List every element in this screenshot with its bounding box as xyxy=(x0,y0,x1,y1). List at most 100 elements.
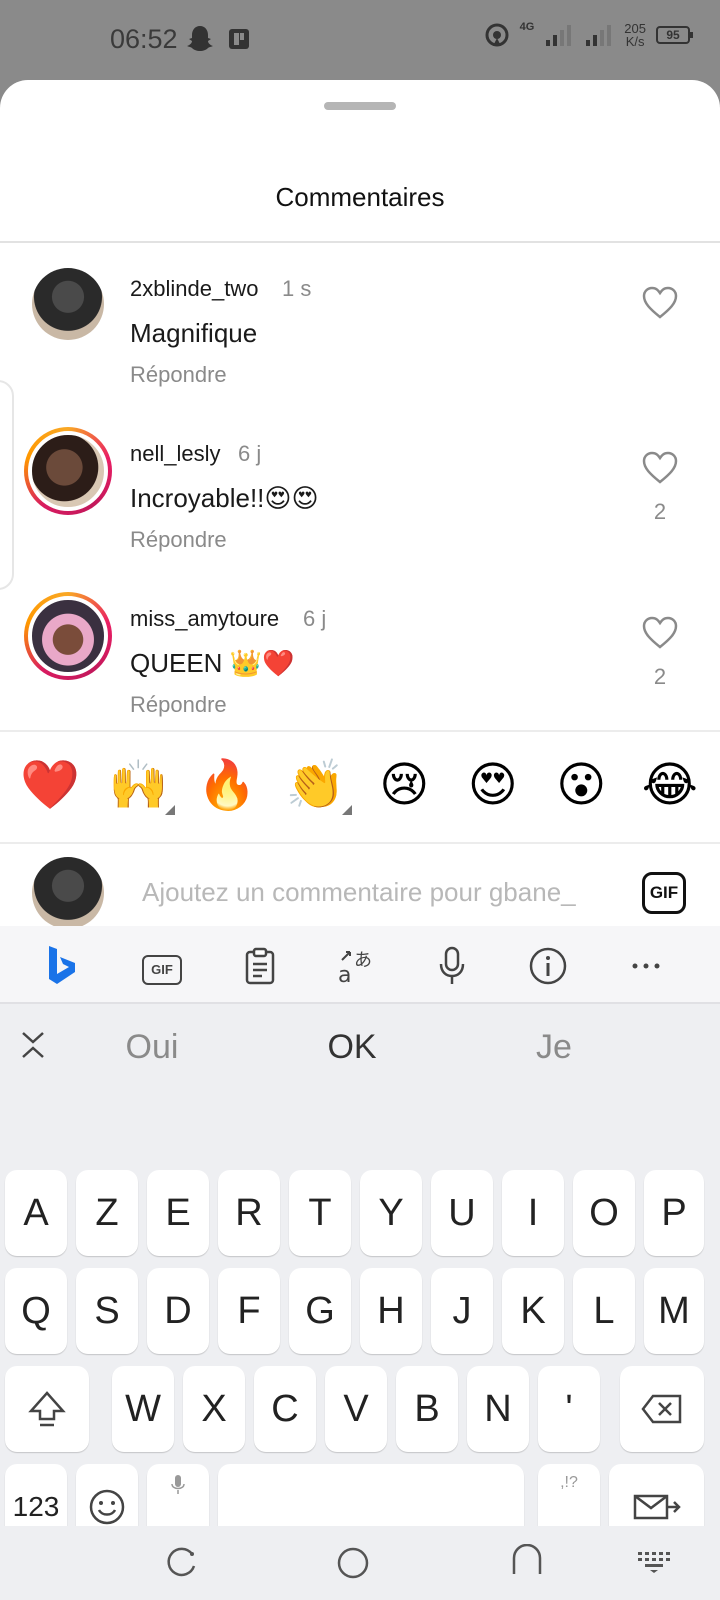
clipboard-icon[interactable] xyxy=(238,944,282,988)
reaction-heart-eyes[interactable]: 😍 xyxy=(453,761,533,809)
backspace-icon xyxy=(641,1394,682,1424)
heart-icon[interactable] xyxy=(642,451,678,485)
key-o[interactable]: O xyxy=(573,1170,635,1256)
key-g[interactable]: G xyxy=(289,1268,351,1354)
key-l[interactable]: L xyxy=(573,1268,635,1354)
reply-button[interactable]: Répondre xyxy=(130,362,227,388)
key-y[interactable]: Y xyxy=(360,1170,422,1256)
key-t[interactable]: T xyxy=(289,1170,351,1256)
key-f[interactable]: F xyxy=(218,1268,280,1354)
shift-icon xyxy=(28,1391,66,1427)
recents-icon[interactable] xyxy=(164,1546,198,1580)
title-divider xyxy=(0,241,720,243)
key-j[interactable]: J xyxy=(431,1268,493,1354)
microphone-glyph xyxy=(439,946,465,984)
period-sublabel: ,!? xyxy=(560,1474,578,1491)
status-time: 06:52 xyxy=(110,24,178,54)
app-notification-icon xyxy=(229,29,249,49)
backspace-key[interactable] xyxy=(620,1366,704,1452)
reaction-clap[interactable]: 👏 xyxy=(276,761,356,815)
sheet-title: Commentaires xyxy=(275,182,445,212)
reaction-raising-hands[interactable]: 🙌 xyxy=(99,761,179,815)
comment-item: miss_amytoure 6 j QUEEN 👑❤️ Répondre 2 xyxy=(0,588,720,748)
send-icon xyxy=(633,1494,681,1520)
key-x[interactable]: X xyxy=(183,1366,245,1452)
key-z[interactable]: Z xyxy=(76,1170,138,1256)
key-apostrophe[interactable]: ' xyxy=(538,1366,600,1452)
gif-toolbar-button[interactable]: GIF xyxy=(140,944,184,988)
like-count: 2 xyxy=(653,664,667,689)
reaction-raising-hands-glyph: 🙌 xyxy=(108,757,169,813)
comments-sheet: Commentaires 2xblinde_two 1 s Magnifique… xyxy=(0,80,720,1600)
home-icon[interactable] xyxy=(336,1546,370,1580)
more-icon[interactable] xyxy=(624,944,668,988)
key-b[interactable]: B xyxy=(396,1366,458,1452)
status-bar: 06:52 4G 205 K/s 95 xyxy=(0,0,720,80)
avatar[interactable] xyxy=(32,268,104,340)
reaction-crying[interactable]: 😢 xyxy=(364,761,444,809)
key-u[interactable]: U xyxy=(431,1170,493,1256)
speed-unit: K/s xyxy=(625,34,645,49)
suggestion-strip: Oui OK Je xyxy=(0,1004,720,1088)
drag-handle[interactable] xyxy=(324,102,396,110)
suggestion-2[interactable]: OK xyxy=(252,1028,452,1067)
keyboard: GIF aあ Oui OK Je A Z E R T Y U I O P Q S… xyxy=(0,926,720,1600)
avatar-story-ring[interactable] xyxy=(24,592,112,680)
comment-input[interactable] xyxy=(142,870,612,914)
key-h[interactable]: H xyxy=(360,1268,422,1354)
info-icon[interactable] xyxy=(526,944,570,988)
back-icon[interactable] xyxy=(510,1544,544,1578)
key-i[interactable]: I xyxy=(502,1170,564,1256)
key-e[interactable]: E xyxy=(147,1170,209,1256)
key-c[interactable]: C xyxy=(254,1366,316,1452)
key-v[interactable]: V xyxy=(325,1366,387,1452)
status-right-cluster: 4G 205 K/s 95 xyxy=(484,21,693,49)
key-q[interactable]: Q xyxy=(5,1268,67,1354)
gif-button[interactable]: GIF xyxy=(642,872,686,914)
key-k[interactable]: K xyxy=(502,1268,564,1354)
key-p[interactable]: P xyxy=(644,1170,704,1256)
comment-username[interactable]: nell_lesly xyxy=(130,441,221,467)
reaction-laughing[interactable]: 😂 xyxy=(630,761,710,809)
keyboard-toolbar: GIF aあ xyxy=(0,926,720,1004)
battery-indicator: 95 xyxy=(656,26,693,44)
quick-reactions-bar: ❤️ 🙌 🔥 👏 😢 😍 😮 😂 xyxy=(0,740,720,830)
suggestion-3[interactable]: Je xyxy=(454,1028,654,1067)
clipboard-glyph xyxy=(245,947,275,985)
emoji-divider-bottom xyxy=(0,842,720,844)
key-n[interactable]: N xyxy=(467,1366,529,1452)
svg-text:a: a xyxy=(338,963,351,986)
key-s[interactable]: S xyxy=(76,1268,138,1354)
heart-icon[interactable] xyxy=(642,286,678,320)
avatar-story-ring[interactable] xyxy=(24,427,112,515)
microphone-icon[interactable] xyxy=(430,944,474,988)
keyboard-switch-icon[interactable] xyxy=(636,1550,672,1574)
bing-icon[interactable] xyxy=(40,944,84,988)
key-a[interactable]: A xyxy=(5,1170,67,1256)
reaction-fire[interactable]: 🔥 xyxy=(187,761,267,809)
key-w[interactable]: W xyxy=(112,1366,174,1452)
reply-button[interactable]: Répondre xyxy=(130,692,227,718)
comment-time: 6 j xyxy=(303,606,327,631)
info-glyph xyxy=(529,947,567,985)
skin-tone-indicator xyxy=(164,805,175,815)
comment-text: Magnifique xyxy=(130,318,258,348)
reply-button[interactable]: Répondre xyxy=(130,527,227,553)
comment-time: 1 s xyxy=(282,276,312,301)
heart-icon[interactable] xyxy=(642,616,678,650)
avatar xyxy=(28,596,108,676)
collapse-keyboard-icon[interactable] xyxy=(20,1030,46,1060)
reaction-surprised[interactable]: 😮 xyxy=(541,761,621,809)
key-d[interactable]: D xyxy=(147,1268,209,1354)
shift-key[interactable] xyxy=(5,1366,89,1452)
suggestion-1[interactable]: Oui xyxy=(52,1028,252,1067)
key-m[interactable]: M xyxy=(644,1268,704,1354)
bing-logo-icon xyxy=(49,946,75,984)
comment-item: 2xblinde_two 1 s Magnifique Répondre xyxy=(0,258,720,418)
reaction-heart[interactable]: ❤️ xyxy=(10,761,90,809)
translate-icon[interactable]: aあ xyxy=(334,944,378,988)
system-navbar xyxy=(0,1526,720,1600)
comment-username[interactable]: 2xblinde_two xyxy=(130,276,258,302)
key-r[interactable]: R xyxy=(218,1170,280,1256)
comment-username[interactable]: miss_amytoure xyxy=(130,606,279,632)
